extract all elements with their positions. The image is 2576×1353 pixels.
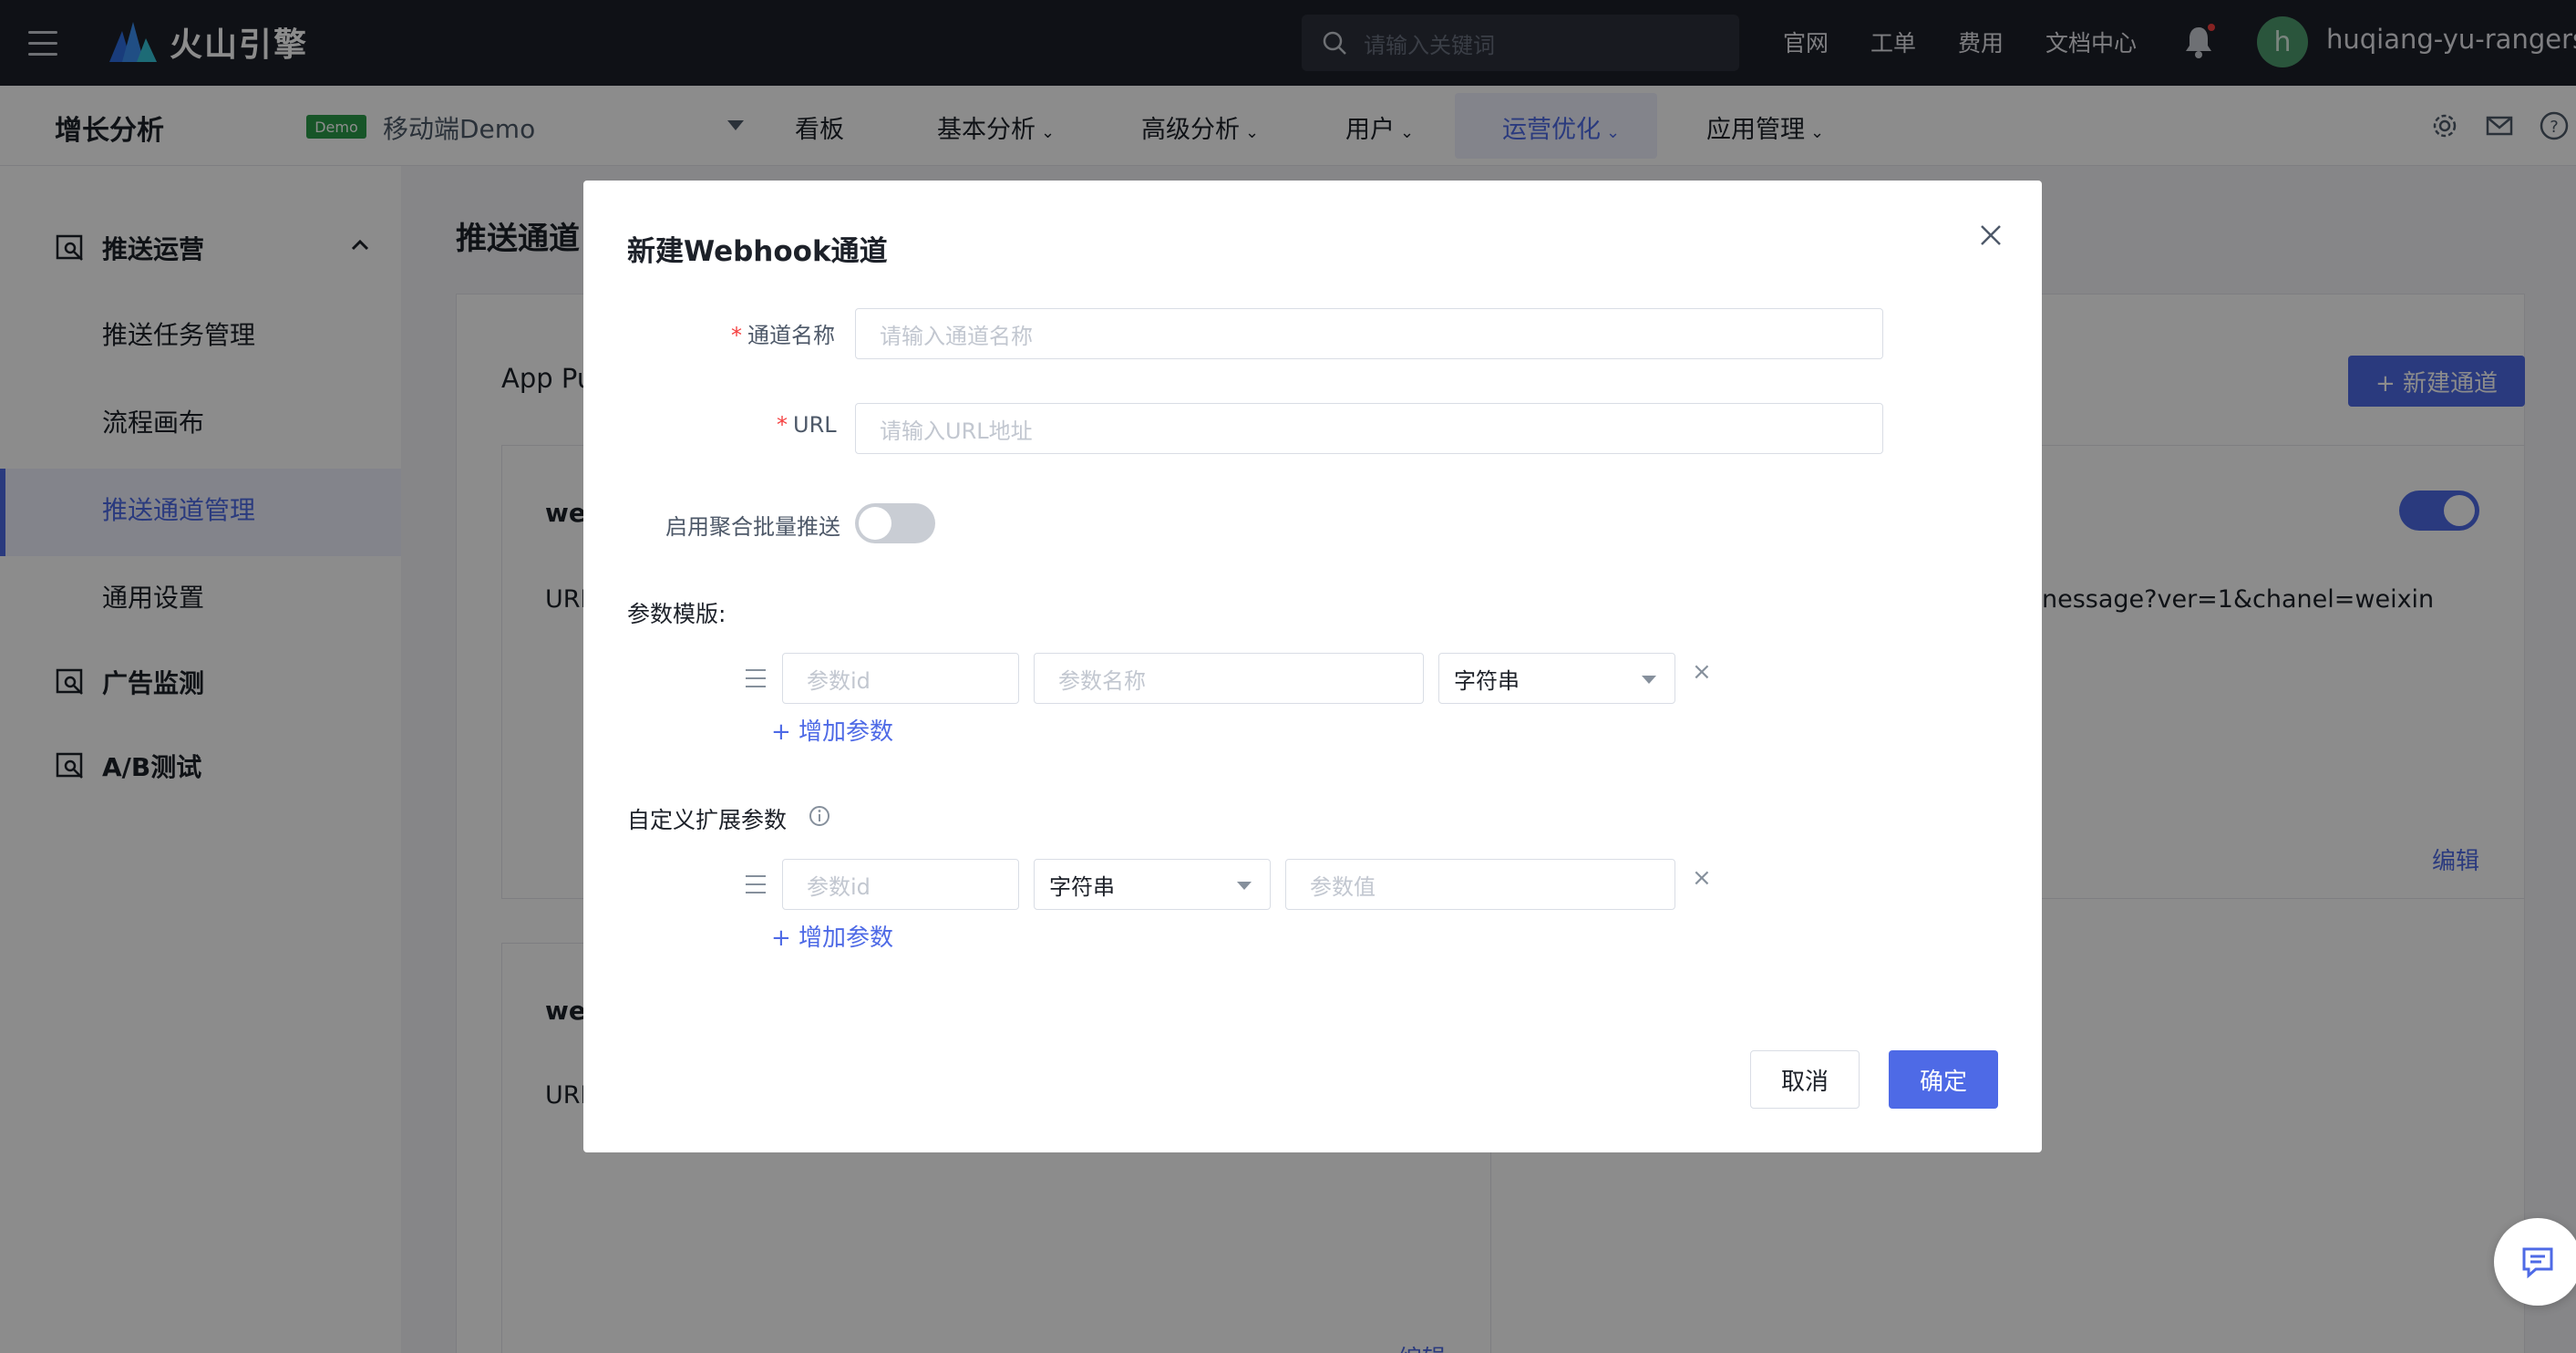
required-asterisk: * (731, 323, 742, 348)
channel-name-placeholder: 请输入通道名称 (880, 323, 1033, 349)
param-type-select[interactable]: 字符串 (1438, 653, 1675, 704)
channel-name-label-text: 通道名称 (747, 323, 835, 348)
custom-param-id-input[interactable]: 参数id (782, 859, 1019, 910)
url-placeholder: 请输入URL地址 (880, 418, 1033, 444)
custom-param-value-input[interactable]: 参数值 (1285, 859, 1675, 910)
dialog-title: 新建Webhook通道 (627, 235, 888, 268)
chevron-down-icon (1237, 882, 1252, 890)
url-label-text: URL (793, 412, 837, 438)
param-template-label: 参数模版: (627, 601, 726, 627)
confirm-button[interactable]: 确定 (1889, 1050, 1998, 1109)
custom-params-label: 自定义扩展参数 (627, 807, 788, 833)
custom-param-type-select[interactable]: 字符串 (1034, 859, 1271, 910)
remove-param-icon[interactable]: × (1692, 658, 1712, 686)
url-input[interactable]: 请输入URL地址 (855, 403, 1883, 454)
param-id-input[interactable]: 参数id (782, 653, 1019, 704)
custom-param-type-value: 字符串 (1049, 873, 1115, 900)
remove-custom-param-icon[interactable]: × (1692, 864, 1712, 892)
channel-name-input[interactable]: 请输入通道名称 (855, 308, 1883, 359)
required-asterisk: * (777, 412, 788, 438)
close-icon[interactable] (1974, 219, 2007, 252)
custom-param-id-placeholder: 参数id (807, 873, 871, 900)
custom-param-value-placeholder: 参数值 (1310, 873, 1376, 900)
info-icon[interactable] (808, 804, 831, 828)
channel-name-label: * 通道名称 (731, 317, 835, 349)
add-custom-param-link[interactable]: + 增加参数 (771, 919, 893, 953)
chat-icon (2522, 1247, 2553, 1279)
url-label: * URL (777, 412, 837, 438)
drag-handle-icon[interactable] (746, 875, 766, 893)
param-name-input[interactable]: 参数名称 (1034, 653, 1424, 704)
chat-support-button[interactable] (2494, 1218, 2576, 1306)
new-webhook-dialog: 新建Webhook通道 * 通道名称 请输入通道名称 * URL 请输入URL地址 … (583, 181, 2042, 1152)
param-id-placeholder: 参数id (807, 667, 871, 694)
cancel-button[interactable]: 取消 (1750, 1050, 1860, 1109)
chevron-down-icon (1642, 676, 1656, 684)
batch-push-toggle[interactable] (855, 503, 935, 543)
param-type-value: 字符串 (1454, 667, 1520, 694)
add-template-param-link[interactable]: + 增加参数 (771, 713, 893, 747)
batch-push-label: 启用聚合批量推送 (665, 514, 840, 540)
drag-handle-icon[interactable] (746, 669, 766, 687)
param-name-placeholder: 参数名称 (1058, 667, 1146, 694)
